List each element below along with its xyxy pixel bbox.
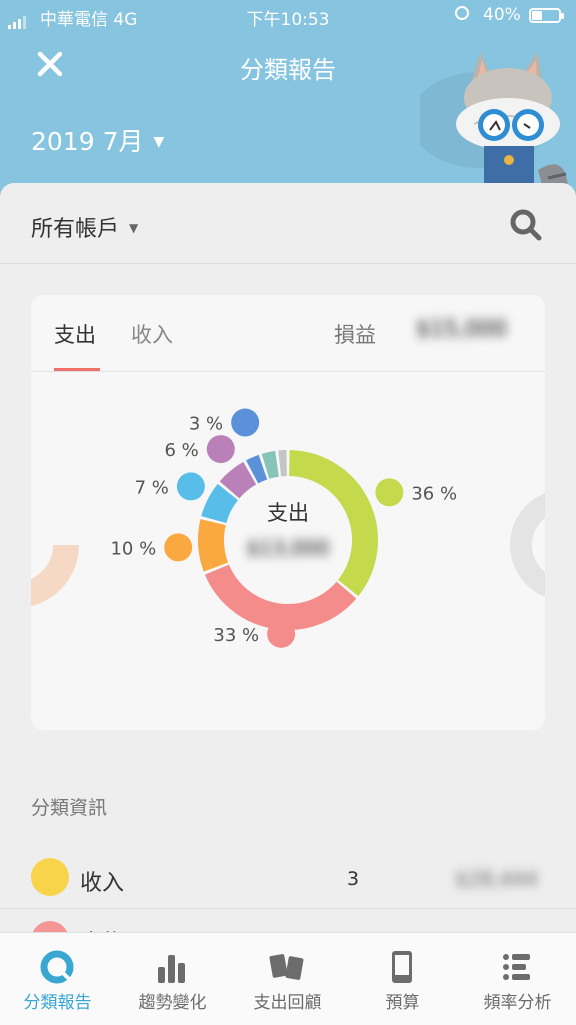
tab-trend[interactable]: 趨勢變化 xyxy=(115,933,230,1025)
slice-percent-label: 7 % xyxy=(135,477,169,498)
expense-donut-chart[interactable]: 支出 $13,000 36 % 33 % 10 % 7 % 6 % 3 % xyxy=(31,375,545,730)
slice-percent-label: 33 % xyxy=(213,625,259,646)
divider xyxy=(0,908,576,909)
header: 中華電信 4G 下午10:53 40% 分類報告 2019 7月▼ xyxy=(0,0,576,200)
tab-label: 支出回顧 xyxy=(230,988,345,1013)
list-item-count: 3 xyxy=(347,868,359,890)
report-sheet: 所有帳戶▼ 支出 收入 損益 $15,000 支出 $13,000 36 %33… xyxy=(0,183,576,943)
tab-frequency[interactable]: 頻率分析 xyxy=(460,933,575,1025)
category-icon-transport xyxy=(177,472,205,500)
rotation-lock-icon xyxy=(455,6,469,20)
donut-slice-other1[interactable] xyxy=(265,464,277,467)
slice-percent-label: 10 % xyxy=(110,538,156,559)
account-selector[interactable]: 所有帳戶 ▼ xyxy=(31,211,138,243)
battery-percent: 40% xyxy=(483,5,521,25)
slice-percent-label: 3 % xyxy=(189,414,223,435)
donut-center-label: 支出 xyxy=(267,501,309,525)
list-item[interactable]: 收入 3 $28,444 xyxy=(0,853,576,911)
donut-center-value: $13,000 xyxy=(247,536,330,560)
status-bar: 中華電信 4G 下午10:53 40% xyxy=(0,0,576,32)
category-icon-food xyxy=(267,620,295,648)
next-chart-peek xyxy=(521,500,545,590)
list-item-label: 收入 xyxy=(80,865,124,897)
divider xyxy=(0,263,576,264)
phone-icon xyxy=(382,947,422,987)
donut-slice-games[interactable] xyxy=(211,522,216,567)
profit-loss-label: 損益 xyxy=(334,319,376,349)
divider xyxy=(31,371,545,372)
cards-icon xyxy=(267,947,307,987)
tab-expense[interactable]: 支出 xyxy=(54,319,96,349)
tab-expense-review[interactable]: 支出回顧 xyxy=(230,933,345,1025)
slice-percent-label: 6 % xyxy=(165,440,199,461)
section-title: 分類資訊 xyxy=(31,793,107,820)
tab-income[interactable]: 收入 xyxy=(131,319,173,349)
donut-slice-transport[interactable] xyxy=(214,492,228,520)
month-label: 2019 7月 xyxy=(31,127,143,156)
donut-slice-food[interactable] xyxy=(217,570,347,617)
slice-percent-label: 36 % xyxy=(411,483,457,504)
tab-budget[interactable]: 預算 xyxy=(345,933,460,1025)
category-icon-shopping xyxy=(207,435,235,463)
category-icon-home xyxy=(375,478,403,506)
caret-down-icon: ▼ xyxy=(153,134,164,150)
prev-chart-peek xyxy=(31,495,66,595)
donut-slice-shopping[interactable] xyxy=(230,473,250,490)
tab-label: 分類報告 xyxy=(0,988,115,1013)
bar-chart-icon xyxy=(152,947,192,987)
tab-label: 頻率分析 xyxy=(460,988,575,1013)
tab-label: 預算 xyxy=(345,988,460,1013)
list-icon xyxy=(497,947,537,987)
tab-label: 趨勢變化 xyxy=(115,988,230,1013)
search-icon[interactable] xyxy=(508,207,544,243)
profit-loss-value: $15,000 xyxy=(416,317,507,342)
account-label: 所有帳戶 xyxy=(31,217,119,242)
cat-mascot-image xyxy=(420,50,576,200)
category-icon-mobile xyxy=(231,409,259,437)
category-icon-games xyxy=(164,533,192,561)
donut-slice-home[interactable] xyxy=(289,463,365,588)
tab-category-report[interactable]: 分類報告 xyxy=(0,933,115,1025)
list-item-amount: $28,444 xyxy=(455,867,538,891)
chart-card: 支出 收入 損益 $15,000 支出 $13,000 36 % 33 % 10 %… xyxy=(31,295,545,730)
battery-icon xyxy=(529,8,561,23)
piggy-bank-icon xyxy=(31,858,69,896)
caret-down-icon: ▼ xyxy=(129,221,138,235)
month-selector[interactable]: 2019 7月 ▼ xyxy=(31,122,164,158)
bottom-tab-bar: 分類報告 趨勢變化 支出回顧 預算 頻率分析 xyxy=(0,932,576,1025)
donut-slice-mobile[interactable] xyxy=(252,467,263,472)
pie-chart-icon xyxy=(37,947,77,987)
